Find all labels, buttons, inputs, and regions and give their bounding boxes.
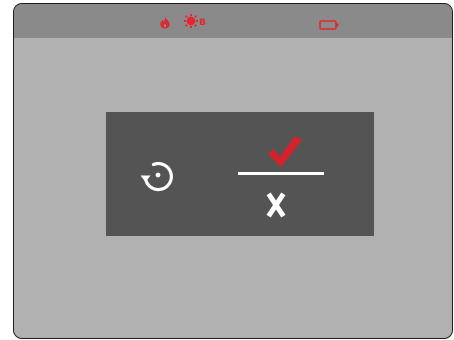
x-icon xyxy=(266,192,286,218)
rotate-icon xyxy=(140,161,173,192)
status-bar: B xyxy=(14,4,452,38)
cancel-button[interactable] xyxy=(264,184,304,220)
battery-icon xyxy=(319,15,339,34)
sun-icon: B xyxy=(184,13,208,32)
fire-icon xyxy=(159,14,171,33)
camera-screen: B xyxy=(13,3,453,339)
confirm-dialog xyxy=(106,112,374,236)
confirm-button[interactable] xyxy=(264,134,314,170)
divider xyxy=(238,172,324,175)
sun-badge-text: B xyxy=(199,18,206,28)
checkmark-icon xyxy=(268,136,302,167)
rotate-button[interactable] xyxy=(134,154,182,194)
